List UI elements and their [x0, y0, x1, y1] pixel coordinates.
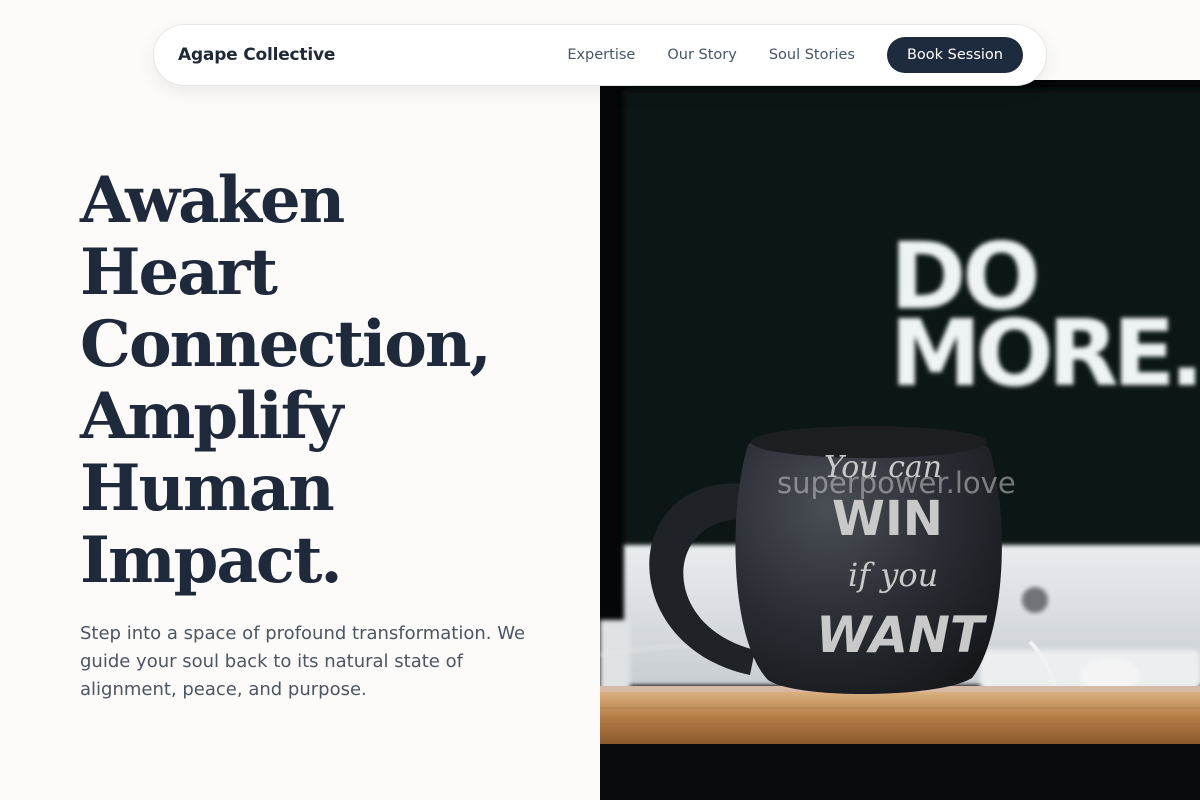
hero-title-line: Amplify	[80, 379, 343, 454]
nav-link-soul-stories[interactable]: Soul Stories	[769, 47, 855, 63]
mug-text-if-you: if you	[848, 556, 938, 594]
navbar: Agape Collective Expertise Our Story Sou…	[153, 24, 1047, 86]
hero-title-line: Heart	[80, 235, 278, 310]
mug-text-you-can: You can	[824, 450, 942, 485]
nav-link-expertise[interactable]: Expertise	[567, 47, 635, 63]
mug-text-win: WIN	[832, 491, 943, 547]
brand-name[interactable]: Agape Collective	[178, 45, 335, 65]
screen-text-more: MORE.	[890, 300, 1198, 407]
mug-photo: DO MORE. You can WIN if you WANT	[600, 80, 1200, 800]
nav-links: Expertise Our Story Soul Stories Book Se…	[567, 37, 1023, 73]
hero-title: Awaken Heart Connection, Amplify Human I…	[80, 165, 580, 597]
hero-title-line: Impact.	[80, 523, 343, 598]
mug-text-want: WANT	[816, 606, 988, 664]
hero-title-line: Human	[80, 451, 335, 526]
hero-image: DO MORE. You can WIN if you WANT	[600, 80, 1200, 800]
nav-link-our-story[interactable]: Our Story	[667, 47, 736, 63]
hero-title-line: Connection,	[80, 307, 492, 382]
hero-title-line: Awaken	[80, 163, 345, 238]
page: DO MORE. You can WIN if you WANT superpo…	[0, 0, 1200, 800]
book-session-button[interactable]: Book Session	[886, 37, 1023, 73]
hero-subtitle: Step into a space of profound transforma…	[80, 623, 526, 700]
